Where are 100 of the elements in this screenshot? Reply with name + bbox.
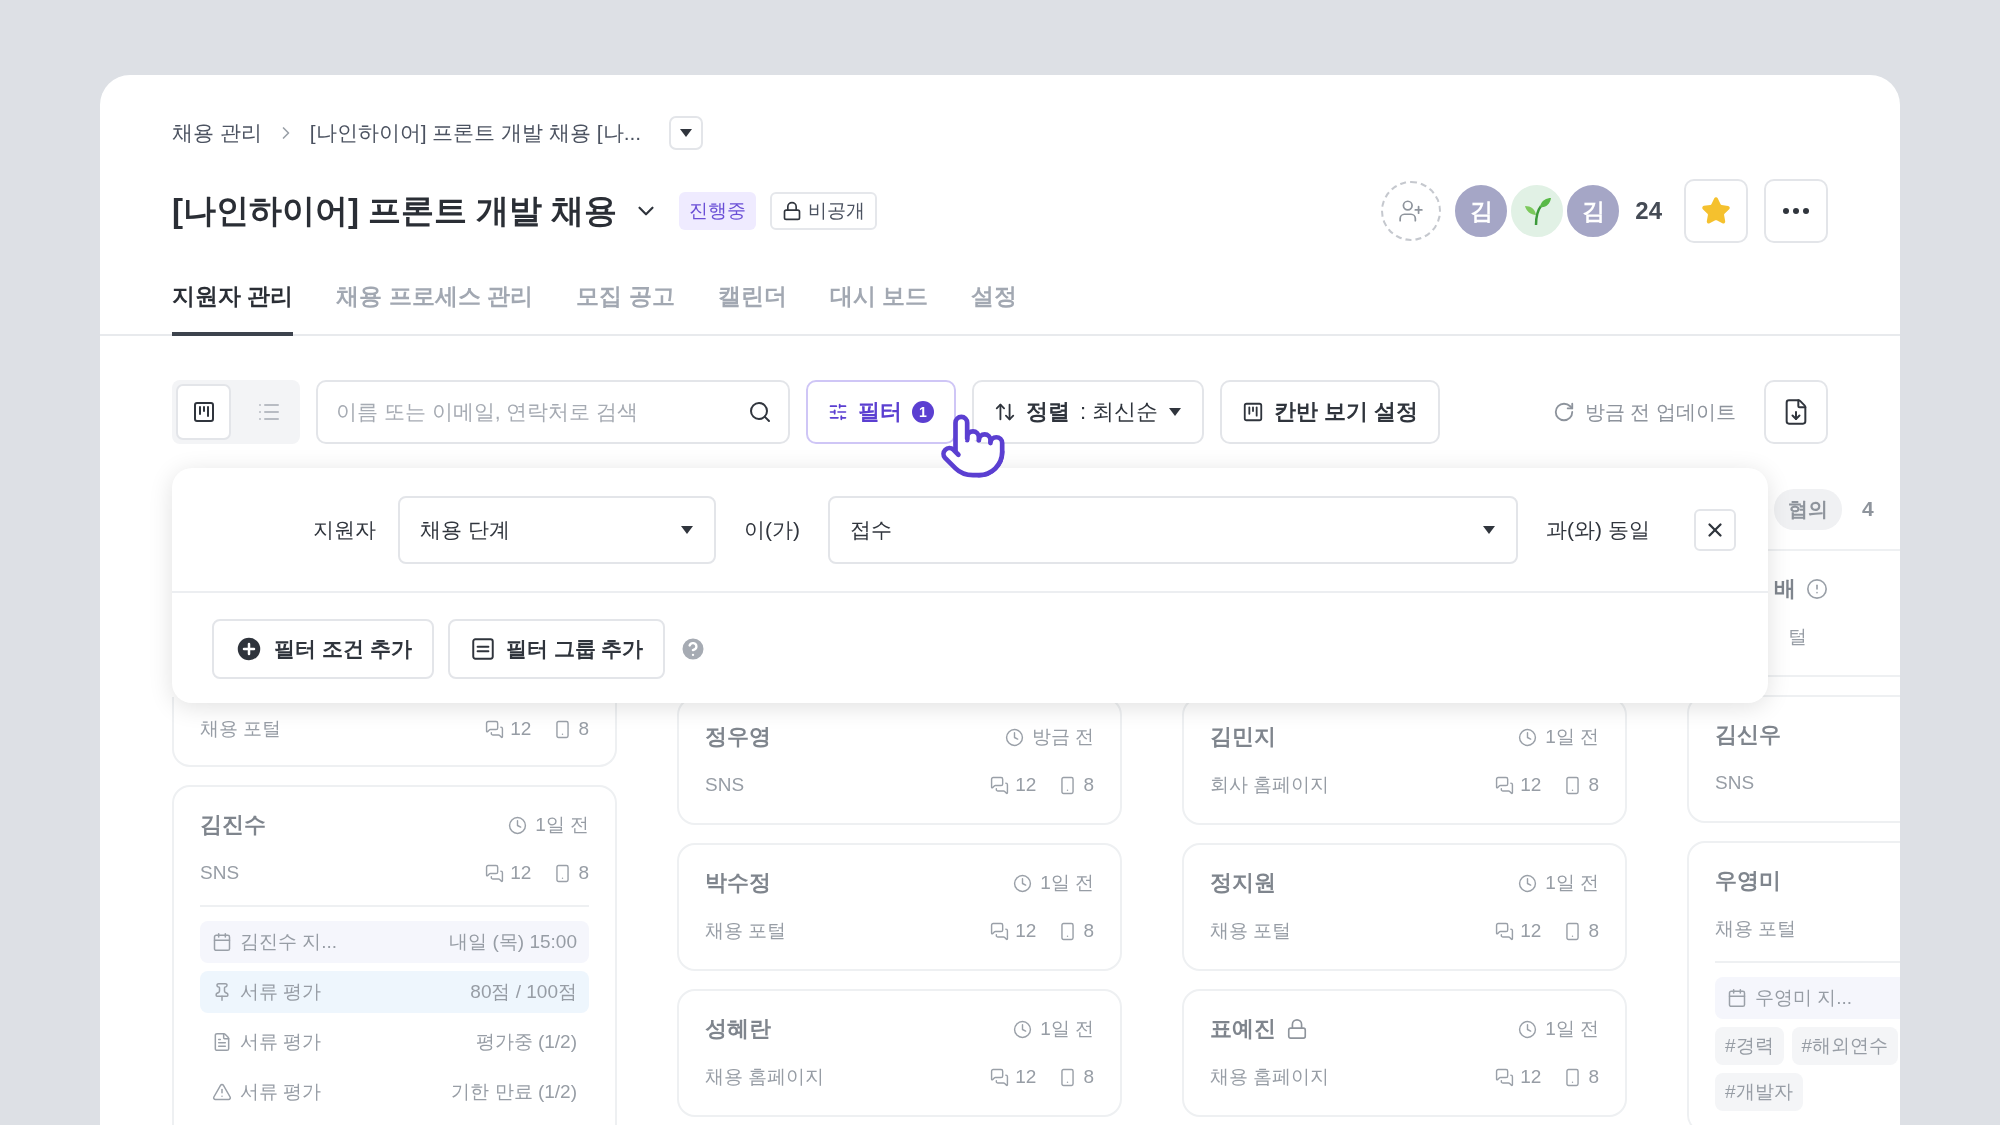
filter-button[interactable]: 필터 1	[806, 380, 956, 444]
clock-icon	[1518, 727, 1538, 747]
document-icon	[212, 1032, 232, 1052]
breadcrumb-item[interactable]: 채용 관리	[172, 119, 262, 147]
applicant-card[interactable]: 김진수 1일 전 SNS 12 8 김진수 지... 내일 (목) 15:00 서류 평가 80점 / 100점 서류 평가 평가중 (1/2) 서류 평가 기한 만료 (1/2)	[172, 785, 617, 1125]
applicant-card[interactable]: 채용 포털 12 8	[172, 697, 617, 767]
comment-count: 12	[510, 718, 532, 740]
applicant-source: 회사 홈페이지	[1210, 773, 1330, 797]
attachment-count: 8	[1588, 1066, 1599, 1088]
detail-label: 서류 평가	[240, 1080, 322, 1104]
attachment-count: 8	[1083, 920, 1094, 942]
updated-time: 1일 전	[1040, 871, 1094, 895]
sort-arrows-icon	[994, 401, 1016, 423]
applicant-card[interactable]: 우영미 채용 포털 우영미 지... #경력 #해외연수 #개발자	[1687, 841, 1900, 1125]
add-user-icon	[1398, 198, 1425, 224]
applicant-card[interactable]: 박수정 1일 전 채용 포털 12 8	[677, 843, 1122, 971]
group-icon	[469, 636, 496, 662]
visibility-badge: 비공개	[770, 192, 878, 230]
close-button[interactable]	[1694, 508, 1736, 551]
detail-label: 서류 평가	[240, 980, 322, 1004]
pin-icon	[212, 982, 232, 1002]
add-condition-button[interactable]: 필터 조건 추가	[212, 619, 434, 679]
search-icon	[748, 400, 772, 424]
tab[interactable]: 지원자 관리	[172, 281, 294, 336]
applicant-name: 배	[1774, 575, 1796, 603]
applicant-source: SNS	[1715, 772, 1755, 794]
applicant-card[interactable]: 표예진 1일 전 채용 홈페이지 12 8	[1182, 989, 1627, 1117]
clock-icon	[508, 815, 528, 835]
filter-subject: 지원자	[313, 516, 376, 543]
detail-value: 기한 만료 (1/2)	[451, 1080, 577, 1104]
applicant-card[interactable]: 정지원 1일 전 채용 포털 12 8	[1182, 843, 1627, 971]
applicant-name: 성혜란	[705, 1015, 771, 1043]
applicant-source: 채용 포털	[705, 919, 787, 943]
clock-icon	[1518, 873, 1538, 893]
caret-icon	[1482, 524, 1496, 535]
plus-circle-icon	[234, 634, 264, 664]
field-select[interactable]: 채용 단계	[398, 495, 716, 564]
caret-icon	[679, 128, 694, 138]
updated-time: 1일 전	[535, 813, 589, 837]
chat-bubbles-icon	[1495, 775, 1515, 795]
tab[interactable]: 모집 공고	[576, 281, 675, 336]
dropdown-button[interactable]	[669, 116, 704, 150]
applicant-source: 채용 포털	[1210, 919, 1292, 943]
applicant-name: 정우영	[705, 723, 771, 751]
chat-bubbles-icon	[485, 719, 505, 739]
applicant-card[interactable]: 성혜란 1일 전 채용 홈페이지 12 8	[677, 989, 1122, 1117]
tag: #개발자	[1715, 1073, 1803, 1111]
clock-icon	[1518, 1019, 1538, 1039]
stage-chip: 협의	[1774, 488, 1842, 530]
tag: #경력	[1715, 1027, 1784, 1065]
download-button[interactable]	[1764, 380, 1828, 444]
applicant-name: 표예진	[1210, 1015, 1276, 1043]
attachment-count: 8	[1588, 774, 1599, 796]
filter-count-badge: 1	[912, 401, 934, 423]
attachment-count: 8	[1588, 920, 1599, 942]
warning-icon	[212, 1082, 232, 1102]
applicant-name: 김신우	[1715, 721, 1781, 749]
sort-button[interactable]: 정렬 : 최신순	[972, 380, 1205, 444]
attachment-count: 8	[1083, 1066, 1094, 1088]
detail-label: 김진수 지...	[240, 930, 338, 954]
value-select[interactable]: 접수	[828, 495, 1518, 564]
applicant-name: 정지원	[1210, 869, 1276, 897]
comment-count: 12	[1520, 774, 1542, 796]
applicant-card[interactable]: 김신우 SNS	[1687, 695, 1900, 823]
attachment-count: 8	[1083, 774, 1094, 796]
tag: #해외연수	[1791, 1027, 1899, 1065]
tab[interactable]: 대시 보드	[829, 281, 928, 336]
tab[interactable]: 채용 프로세스 관리	[336, 281, 534, 336]
applicant-source: 채용 포털	[1715, 917, 1797, 941]
comment-count: 12	[1520, 1066, 1542, 1088]
status-badge: 진행중	[679, 192, 757, 230]
updated-time: 1일 전	[1545, 871, 1599, 895]
board-view-button[interactable]	[176, 384, 232, 440]
member-avatar[interactable]: 김	[1453, 183, 1510, 239]
applicant-name: 박수정	[705, 869, 771, 897]
chat-bubbles-icon	[990, 1067, 1010, 1087]
attachment-count: 8	[578, 862, 589, 884]
more-button[interactable]	[1764, 179, 1828, 243]
caret-icon	[1168, 407, 1183, 417]
member-avatar[interactable]: 김	[1565, 183, 1622, 239]
applicant-source: 채용 홈페이지	[1210, 1065, 1330, 1089]
more-icon	[1783, 208, 1809, 214]
kanban-settings-button[interactable]: 칸반 보기 설정	[1220, 380, 1441, 444]
filter-operator: 과(와) 동일	[1546, 516, 1650, 543]
search-field[interactable]: 이름 또는 이메일, 연락처로 검색	[316, 380, 790, 444]
tab[interactable]: 설정	[970, 281, 1017, 336]
refresh-button[interactable]: 방금 전 업데이트	[1546, 397, 1742, 427]
breadcrumb-item[interactable]: [나인하이어] 프론트 개발 채용 [나...	[309, 119, 642, 147]
add-group-button[interactable]: 필터 그룹 추가	[447, 619, 666, 679]
comment-count: 12	[1520, 920, 1542, 942]
attachment-count: 8	[578, 718, 589, 740]
updated-time: 방금 전	[1031, 725, 1094, 749]
calendar-icon	[212, 932, 232, 952]
applicant-source: 채용 홈페이지	[705, 1065, 825, 1089]
chat-bubbles-icon	[990, 921, 1010, 941]
tab[interactable]: 캘린더	[717, 281, 787, 336]
updated-time: 1일 전	[1545, 725, 1599, 749]
detail-value: 평가중 (1/2)	[475, 1030, 577, 1054]
chat-bubbles-icon	[1495, 921, 1515, 941]
stage-count: 4	[1862, 497, 1874, 521]
